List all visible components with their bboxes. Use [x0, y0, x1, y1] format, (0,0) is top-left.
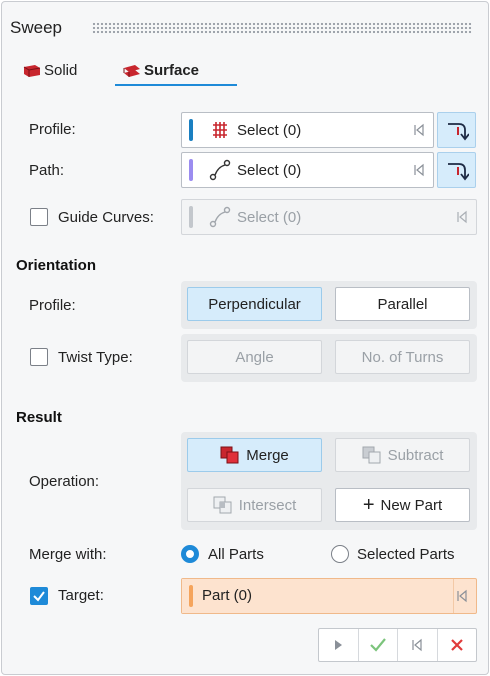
profile-selector[interactable]: Select (0) [181, 112, 434, 148]
panel-title: Sweep [10, 18, 62, 37]
path-color-bar [189, 159, 193, 181]
path-curve-icon [209, 159, 231, 181]
result-heading: Result [16, 409, 62, 426]
path-label: Path: [29, 162, 65, 179]
profile-pick-button[interactable] [437, 112, 476, 148]
solid-sweep-icon [23, 64, 41, 77]
profile-label: Profile: [29, 121, 76, 138]
target-selector[interactable]: Part (0) [181, 578, 477, 614]
tab-surface-label: Surface [144, 62, 200, 79]
orientation-heading: Orientation [16, 257, 97, 274]
surface-sweep-icon [123, 64, 140, 77]
cancel-button[interactable] [438, 629, 477, 661]
new-part-label: New Part [380, 496, 443, 514]
check-icon [369, 638, 386, 652]
angle-button: Angle [187, 340, 322, 374]
path-value: Select (0) [237, 161, 302, 179]
operation-label: Operation: [29, 473, 100, 490]
play-button[interactable] [319, 629, 359, 661]
drag-handle[interactable] [92, 22, 472, 34]
all-parts-label: All Parts [208, 546, 264, 563]
tab-surface[interactable]: Surface [123, 62, 199, 79]
ok-button[interactable] [359, 629, 398, 661]
intersect-label: Intersect [238, 496, 297, 514]
operation-button-group: Merge Subtract Intersect + New Part [181, 432, 477, 530]
profile-value: Select (0) [237, 121, 302, 139]
perpendicular-button[interactable]: Perpendicular [187, 287, 322, 321]
orientation-button-group: Perpendicular Parallel [181, 281, 477, 329]
pick-arrow-icon [447, 163, 469, 181]
tab-solid-label: Solid [44, 62, 78, 79]
reset-icon [457, 210, 467, 224]
reset-icon [412, 638, 422, 652]
guide-curves-checkbox[interactable] [30, 208, 48, 226]
selected-tab-indicator [115, 84, 237, 86]
all-parts-radio[interactable] [181, 545, 199, 563]
intersect-icon [213, 496, 232, 514]
guide-curves-label: Guide Curves: [58, 209, 154, 226]
target-color-bar [189, 585, 193, 607]
tab-solid[interactable]: Solid [23, 62, 77, 79]
checkmark-icon [33, 591, 45, 602]
close-icon [450, 639, 463, 651]
merge-button[interactable]: Merge [187, 438, 322, 472]
path-pick-button[interactable] [437, 152, 476, 188]
target-label: Target: [58, 587, 104, 604]
intersect-button: Intersect [187, 488, 322, 522]
guide-curves-selector: Select (0) [181, 199, 477, 235]
no-of-turns-button: No. of Turns [335, 340, 470, 374]
parallel-button[interactable]: Parallel [335, 287, 470, 321]
profile-grid-icon [213, 122, 227, 138]
new-part-button[interactable]: + New Part [335, 488, 470, 522]
merge-label: Merge [246, 446, 289, 464]
path-selector[interactable]: Select (0) [181, 152, 434, 188]
target-checkbox[interactable] [30, 587, 48, 605]
reset-all-button[interactable] [398, 629, 438, 661]
twist-button-group: Angle No. of Turns [181, 334, 477, 382]
pick-arrow-icon [447, 123, 469, 141]
subtract-label: Subtract [387, 446, 444, 464]
twist-type-label: Twist Type: [58, 349, 133, 366]
subtract-button: Subtract [335, 438, 470, 472]
subtract-icon [362, 446, 381, 464]
selected-parts-label: Selected Parts [357, 546, 455, 563]
action-bar [318, 628, 477, 662]
reset-icon[interactable] [413, 123, 425, 137]
guide-curves-value: Select (0) [237, 208, 302, 226]
merge-with-label: Merge with: [29, 546, 107, 563]
reset-icon[interactable] [456, 589, 468, 603]
reset-icon[interactable] [413, 163, 425, 177]
play-icon [335, 640, 343, 650]
curve-icon [209, 206, 231, 228]
target-value: Part (0) [202, 587, 253, 604]
twist-type-checkbox[interactable] [30, 348, 48, 366]
selected-parts-radio[interactable] [331, 545, 349, 563]
sweep-panel: Sweep Solid Surface Profile: Select (0) [1, 1, 489, 675]
profile-color-bar [189, 119, 193, 141]
guide-curves-color-bar [189, 206, 193, 228]
merge-icon [220, 446, 239, 464]
orientation-profile-label: Profile: [29, 297, 76, 314]
plus-icon: + [362, 494, 375, 516]
